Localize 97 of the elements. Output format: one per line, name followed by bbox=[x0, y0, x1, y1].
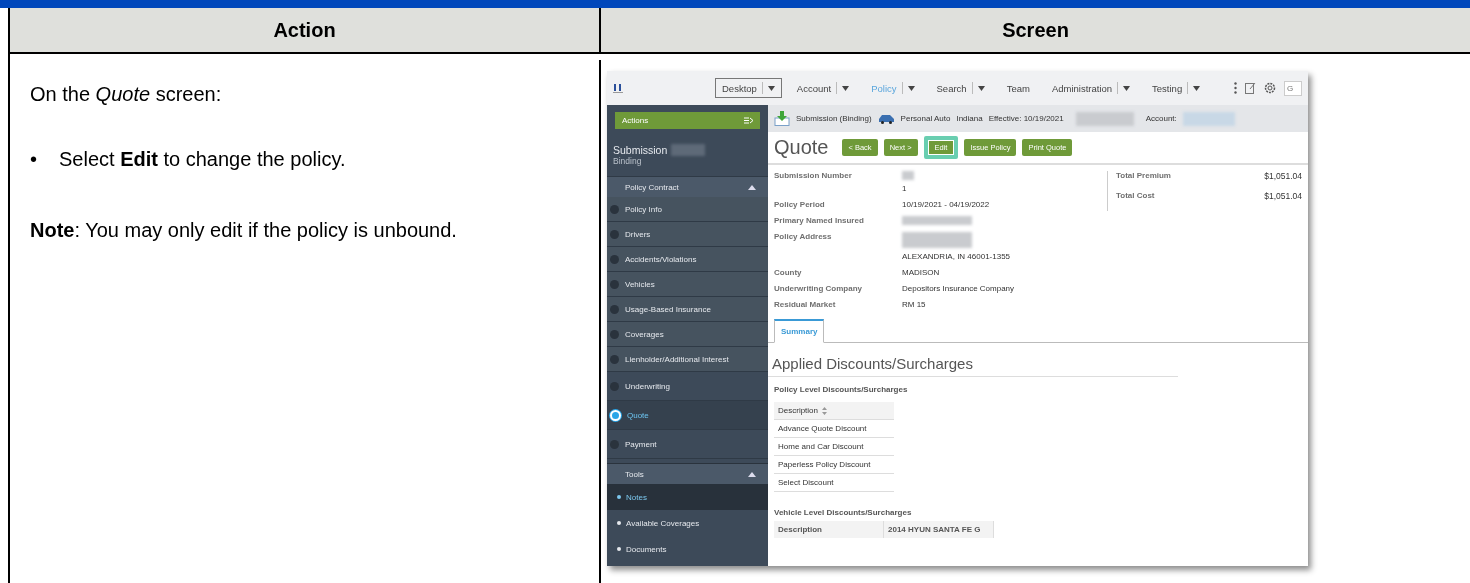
nav-menu-item[interactable]: Team bbox=[999, 78, 1037, 98]
field-value: MADISON bbox=[902, 268, 941, 277]
sidebar-item[interactable]: Coverages bbox=[607, 322, 768, 347]
step-dot-icon bbox=[610, 329, 619, 339]
sidebar-item[interactable]: Usage-Based Insurance bbox=[607, 297, 768, 322]
settings-icon[interactable] bbox=[1264, 82, 1276, 94]
effective-date: Effective: 10/19/2021 bbox=[988, 114, 1064, 123]
table-cell: Home and Car Discount bbox=[774, 438, 894, 456]
sidebar-item[interactable]: Lienholder/Additional Interest bbox=[607, 347, 768, 372]
column-header: Description bbox=[774, 521, 884, 538]
step-dot-icon bbox=[610, 229, 619, 239]
caret-icon[interactable] bbox=[1123, 85, 1131, 91]
field-value: Depositors Insurance Company bbox=[902, 284, 1016, 293]
column-header: Screen bbox=[599, 8, 1470, 54]
bullet-icon bbox=[617, 495, 621, 499]
sort-icon[interactable] bbox=[822, 406, 827, 415]
job-status: Submission (Binding) bbox=[796, 114, 872, 123]
group-label: Tools bbox=[625, 469, 644, 479]
column-header[interactable]: Description bbox=[774, 402, 894, 420]
field-label: Policy Period bbox=[774, 200, 826, 209]
field-value: 10/19/2021 - 04/19/2022 bbox=[902, 200, 991, 209]
sidebar-step[interactable]: Payment bbox=[607, 430, 768, 459]
instruction-text: Select Edit to change the policy. bbox=[59, 147, 346, 171]
subsection-title: Policy Level Discounts/Surcharges bbox=[773, 384, 909, 396]
nav-menu-item[interactable]: Administration bbox=[1044, 78, 1138, 98]
collapse-icon bbox=[744, 117, 753, 124]
column-header: 2014 HYUN SANTA FE G bbox=[884, 521, 994, 538]
nav-menu-item[interactable]: Search bbox=[929, 78, 992, 98]
group-label: Policy Contract bbox=[625, 182, 679, 192]
caret-icon[interactable] bbox=[842, 85, 850, 91]
caret-icon[interactable] bbox=[907, 85, 915, 91]
caret-icon[interactable] bbox=[767, 85, 775, 91]
chevron-up-icon[interactable] bbox=[748, 184, 756, 190]
sidebar-title: Submission bbox=[613, 144, 668, 156]
step-dot-icon bbox=[610, 409, 621, 421]
sidebar-item[interactable]: Vehicles bbox=[607, 272, 768, 297]
total-label: Total Premium bbox=[1116, 171, 1172, 181]
field-label: Underwriting Company bbox=[774, 284, 863, 293]
car-icon bbox=[877, 113, 895, 124]
column-header: Action bbox=[10, 8, 599, 54]
field-value: 1 bbox=[902, 184, 908, 193]
field-label: Policy Address bbox=[774, 232, 833, 243]
note-edit-icon[interactable] bbox=[1245, 82, 1256, 94]
table-cell: Advance Quote Discount bbox=[774, 420, 894, 438]
field-label: Primary Named Insured bbox=[774, 216, 865, 225]
redacted-block bbox=[671, 144, 706, 156]
logo-icon[interactable] bbox=[613, 83, 623, 93]
sidebar-step[interactable]: Quote bbox=[607, 401, 768, 430]
account-label: Account: bbox=[1145, 114, 1177, 123]
step-dot-icon bbox=[610, 354, 619, 364]
bullet-icon bbox=[617, 547, 621, 551]
sidebar-tool-item[interactable]: Available Coverages bbox=[607, 510, 768, 536]
page-title: Quote bbox=[774, 136, 829, 159]
sidebar-item[interactable]: Policy Info bbox=[607, 197, 768, 222]
step-dot-icon bbox=[610, 304, 619, 314]
sidebar-tool-item[interactable]: Notes bbox=[607, 484, 768, 510]
field-label: County bbox=[774, 268, 803, 277]
sidebar-item[interactable]: Drivers bbox=[607, 222, 768, 247]
state-name: Indiana bbox=[956, 114, 983, 123]
total-label: Total Cost bbox=[1116, 191, 1156, 201]
step-dot-icon bbox=[610, 439, 619, 449]
field-value: RM 15 bbox=[902, 300, 927, 309]
step-dot-icon bbox=[610, 254, 619, 264]
total-value: $1,051.04 bbox=[1264, 171, 1302, 181]
download-icon bbox=[774, 111, 790, 126]
sidebar-group-header[interactable]: Policy Contract bbox=[607, 177, 768, 197]
sidebar-item[interactable]: Accidents/Violations bbox=[607, 247, 768, 272]
bullet-icon bbox=[617, 521, 621, 525]
sidebar-subtitle: Binding bbox=[613, 156, 643, 166]
table-cell: Select Discount bbox=[774, 474, 894, 492]
table-cell: Paperless Policy Discount bbox=[774, 456, 894, 474]
sidebar-step[interactable]: Underwriting bbox=[607, 372, 768, 401]
redacted-block bbox=[1182, 111, 1235, 126]
chevron-up-icon[interactable] bbox=[748, 471, 756, 477]
intro-text: On the Quote screen: bbox=[30, 82, 223, 106]
field-label: Residual Market bbox=[774, 300, 837, 309]
nav-menu-item[interactable]: Desktop bbox=[715, 78, 782, 98]
nav-menu-item[interactable]: Account bbox=[789, 78, 857, 98]
total-value: $1,051.04 bbox=[1264, 191, 1302, 201]
bullet-icon: • bbox=[30, 147, 37, 171]
step-dot-icon bbox=[610, 279, 619, 289]
caret-icon[interactable] bbox=[977, 85, 985, 91]
more-icon[interactable] bbox=[1234, 82, 1237, 94]
product-name: Personal Auto bbox=[900, 114, 951, 123]
sidebar-tool-item[interactable]: Documents bbox=[607, 536, 768, 562]
step-dot-icon bbox=[610, 204, 619, 214]
subsection-title: Vehicle Level Discounts/Surcharges bbox=[773, 507, 913, 519]
section-title: Applied Discounts/Surcharges bbox=[768, 343, 1178, 377]
step-dot-icon bbox=[610, 381, 619, 391]
sidebar-group-header[interactable]: Tools bbox=[607, 464, 768, 484]
field-label: Submission Number bbox=[774, 171, 853, 182]
field-value: ALEXANDRIA, IN 46001-1355 bbox=[902, 252, 1012, 261]
caret-icon[interactable] bbox=[1193, 85, 1201, 91]
nav-menu-item[interactable]: Testing bbox=[1145, 78, 1208, 98]
note-text: Note: You may only edit if the policy is unbound. bbox=[30, 218, 458, 242]
search-field[interactable]: G bbox=[1284, 80, 1302, 96]
redacted-block bbox=[1075, 111, 1134, 126]
